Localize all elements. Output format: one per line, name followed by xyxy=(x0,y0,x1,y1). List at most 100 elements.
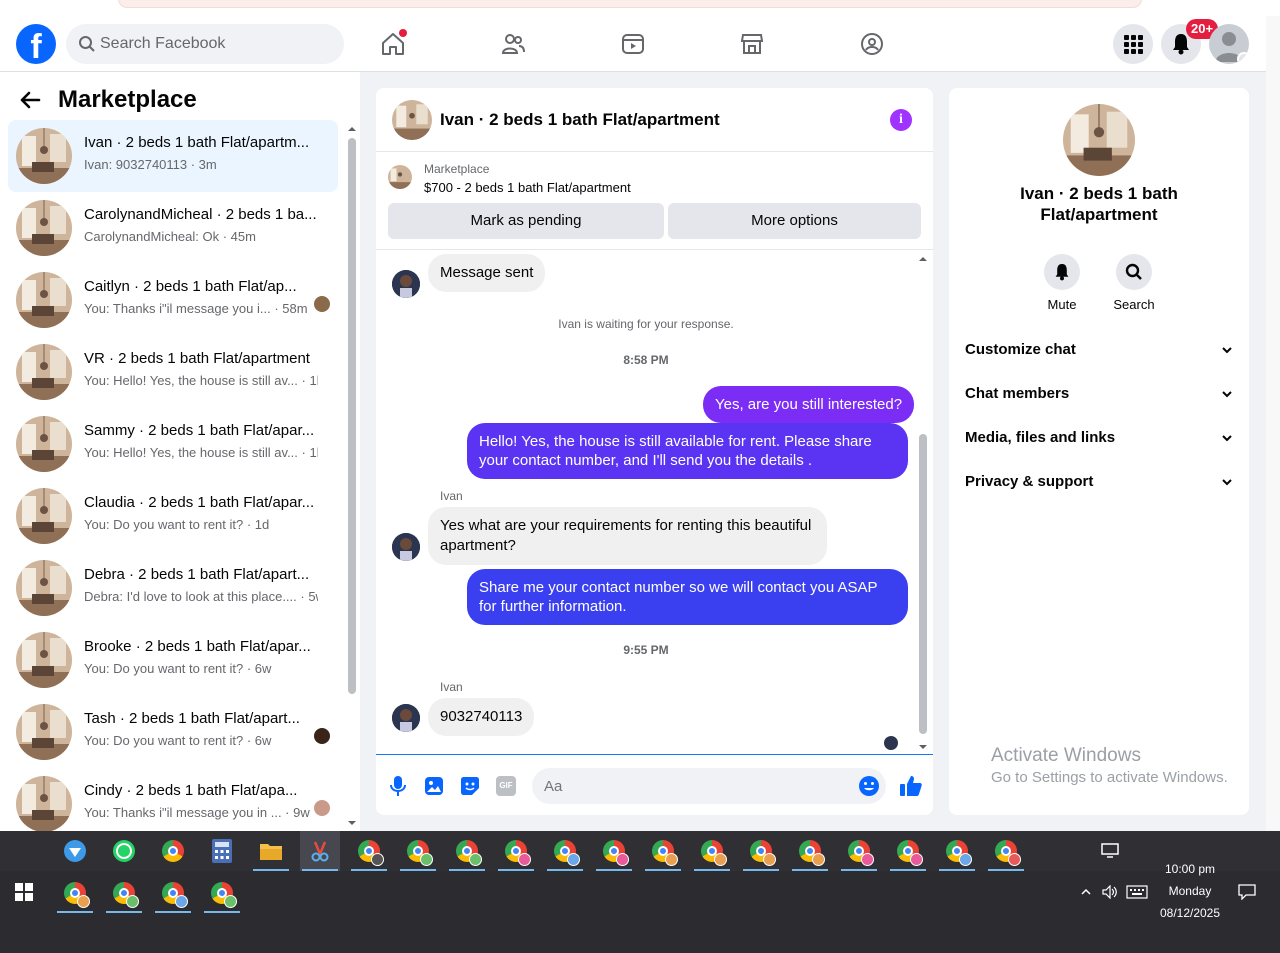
file-explorer-icon[interactable] xyxy=(251,831,291,871)
chrome-profile-icon[interactable] xyxy=(447,831,487,871)
sender-avatar[interactable] xyxy=(392,704,420,732)
message-input[interactable] xyxy=(544,768,844,804)
like-thumb-icon[interactable] xyxy=(898,773,924,799)
groups-icon[interactable] xyxy=(856,28,888,60)
clock-day[interactable]: Monday xyxy=(1150,884,1230,898)
scrollbar-thumb[interactable] xyxy=(919,434,927,734)
chrome-profile-icon[interactable] xyxy=(741,831,781,871)
conversation-item[interactable]: Brooke · 2 beds 1 bath Flat/apar... You:… xyxy=(8,624,338,696)
home-icon[interactable] xyxy=(377,28,409,60)
chrome-profile-icon[interactable] xyxy=(937,831,977,871)
chrome-profile-icon[interactable] xyxy=(594,831,634,871)
chrome-profile-icon[interactable] xyxy=(104,873,144,913)
chrome-profile-icon[interactable] xyxy=(692,831,732,871)
page-scrollbar[interactable] xyxy=(1266,16,1280,831)
outgoing-message[interactable]: Yes, are you still interested? xyxy=(703,386,915,423)
conversation-item[interactable]: CarolynandMicheal · 2 beds 1 ba... Carol… xyxy=(8,192,338,264)
whatsapp-icon[interactable] xyxy=(104,831,144,871)
seen-avatar xyxy=(314,296,330,312)
marketplace-icon[interactable] xyxy=(736,28,768,60)
account-avatar[interactable] xyxy=(1209,24,1249,64)
volume-icon[interactable] xyxy=(1100,872,1120,912)
clock-date[interactable]: 08/12/2025 xyxy=(1150,906,1230,920)
address-bar[interactable] xyxy=(118,0,1142,8)
chat-header: Ivan · 2 beds 1 bath Flat/apartment i xyxy=(376,88,933,152)
listing-photo[interactable] xyxy=(1063,104,1135,176)
desktop-display-icon[interactable] xyxy=(1090,831,1130,871)
chrome-profile-icon[interactable] xyxy=(545,831,585,871)
chrome-profile-icon[interactable] xyxy=(790,831,830,871)
listing-thumbnail[interactable] xyxy=(388,165,412,189)
chrome-profile-icon[interactable] xyxy=(986,831,1026,871)
clock-time[interactable]: 10:00 pm xyxy=(1150,862,1230,876)
media-files-links-section[interactable]: Media, files and links xyxy=(965,429,1233,453)
chrome-profile-icon[interactable] xyxy=(349,831,389,871)
more-options-button[interactable]: More options xyxy=(668,203,921,239)
conversation-item[interactable]: Claudia · 2 beds 1 bath Flat/apar... You… xyxy=(8,480,338,552)
scrollbar-thumb[interactable] xyxy=(348,138,356,694)
outgoing-message[interactable]: Share me your contact number so we will … xyxy=(467,569,908,625)
incoming-message[interactable]: Message sent xyxy=(428,254,546,292)
emoji-icon[interactable] xyxy=(858,775,880,797)
chrome-profile-icon[interactable] xyxy=(643,831,683,871)
chrome-profile-icon[interactable] xyxy=(888,831,928,871)
conversation-name: Tash · 2 beds 1 bath Flat/apart... xyxy=(84,710,300,727)
tray-chevron-up-icon[interactable] xyxy=(1076,872,1096,912)
chrome-profile-icon[interactable] xyxy=(496,831,536,871)
snipping-tool-icon[interactable] xyxy=(300,831,340,871)
info-icon[interactable]: i xyxy=(890,109,912,131)
conversation-snippet: You: Thanks i"il message you in ... · 9w xyxy=(84,805,310,820)
sender-avatar[interactable] xyxy=(392,533,420,561)
friends-icon[interactable] xyxy=(497,28,529,60)
message-field[interactable] xyxy=(532,768,886,804)
search-box[interactable] xyxy=(66,24,344,64)
facebook-logo-icon[interactable]: f xyxy=(16,24,56,64)
search-icon xyxy=(1125,263,1142,280)
back-arrow-icon[interactable] xyxy=(18,88,42,112)
microphone-icon[interactable] xyxy=(387,775,409,797)
conversation-item[interactable]: Sammy · 2 beds 1 bath Flat/apar... You: … xyxy=(8,408,338,480)
chrome-profile-icon[interactable] xyxy=(55,873,95,913)
privacy-support-section[interactable]: Privacy & support xyxy=(965,473,1233,497)
chrome-icon[interactable] xyxy=(153,831,193,871)
calculator-icon[interactable] xyxy=(202,831,242,871)
chat-title[interactable]: Ivan · 2 beds 1 bath Flat/apartment xyxy=(440,110,720,130)
sender-avatar[interactable] xyxy=(392,270,420,298)
account-chevron-icon[interactable] xyxy=(1237,52,1249,64)
chrome-profile-icon[interactable] xyxy=(153,873,193,913)
sticker-icon[interactable] xyxy=(459,775,481,797)
chat-listing-thumbnail[interactable] xyxy=(392,100,432,140)
sender-name: Ivan xyxy=(440,680,463,694)
action-center-icon[interactable] xyxy=(1236,872,1258,912)
incoming-message[interactable]: 9032740113 xyxy=(428,698,535,736)
app-launcher-icon[interactable] xyxy=(55,831,95,871)
conversation-item[interactable]: Caitlyn · 2 beds 1 bath Flat/ap... You: … xyxy=(8,264,338,336)
video-icon[interactable] xyxy=(617,28,649,60)
windows-start-icon[interactable] xyxy=(4,872,44,912)
customize-chat-section[interactable]: Customize chat xyxy=(965,341,1233,365)
menu-grid-icon[interactable] xyxy=(1113,24,1153,64)
chrome-profile-icon[interactable] xyxy=(398,831,438,871)
chevron-down-icon xyxy=(1222,347,1232,354)
outgoing-message[interactable]: Hello! Yes, the house is still available… xyxy=(467,423,908,479)
mute-button[interactable]: Mute xyxy=(1032,254,1092,312)
chat-members-section[interactable]: Chat members xyxy=(965,385,1233,409)
keyboard-icon[interactable] xyxy=(1124,872,1150,912)
search-input[interactable] xyxy=(100,24,330,64)
chrome-profile-icon[interactable] xyxy=(202,873,242,913)
listing-thumbnail xyxy=(16,488,72,544)
incoming-message[interactable]: Yes what are your requirements for renti… xyxy=(428,507,827,565)
gif-icon[interactable]: GIF xyxy=(495,775,517,797)
photo-icon[interactable] xyxy=(423,775,445,797)
mark-as-pending-button[interactable]: Mark as pending xyxy=(388,203,664,239)
chrome-profile-icon[interactable] xyxy=(839,831,879,871)
conversation-item[interactable]: Tash · 2 beds 1 bath Flat/apart... You: … xyxy=(8,696,338,768)
conversation-list-scrollbar[interactable] xyxy=(345,124,359,828)
conversation-item[interactable]: VR · 2 beds 1 bath Flat/apartment You: H… xyxy=(8,336,338,408)
conversation-item[interactable]: Ivan · 2 beds 1 bath Flat/apartm... Ivan… xyxy=(8,120,338,192)
search-conversation-button[interactable]: Search xyxy=(1104,254,1164,312)
listing-price-title[interactable]: $700 - 2 beds 1 bath Flat/apartment xyxy=(424,180,631,195)
conversation-item[interactable]: Cindy · 2 beds 1 bath Flat/apa... You: T… xyxy=(8,768,338,840)
chat-scrollbar[interactable] xyxy=(917,254,929,754)
conversation-item[interactable]: Debra · 2 beds 1 bath Flat/apart... Debr… xyxy=(8,552,338,624)
